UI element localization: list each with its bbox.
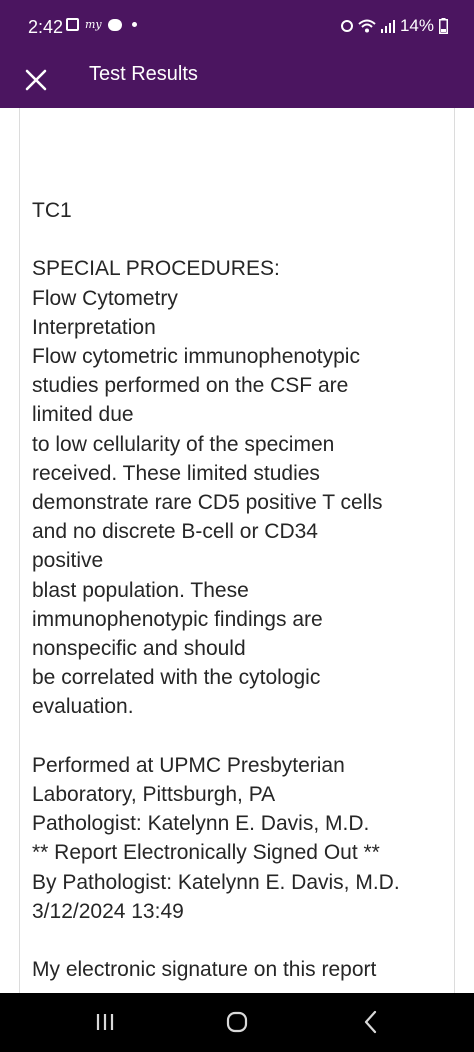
image-icon [66, 18, 79, 31]
close-icon [25, 69, 47, 91]
signal-icon [380, 19, 395, 33]
report-text: TC1 SPECIAL PROCEDURES: Flow Cytometry I… [32, 199, 400, 982]
page-title: Test Results [89, 63, 198, 85]
chat-icon [107, 18, 122, 31]
home-button[interactable] [207, 993, 267, 1052]
back-icon [364, 1010, 377, 1034]
alarm-icon [340, 20, 353, 32]
system-icons: 14% [340, 15, 448, 37]
recent-apps-button[interactable] [75, 993, 135, 1052]
close-button[interactable] [20, 64, 52, 96]
app-bar: Test Results [0, 52, 474, 108]
battery-percentage: 14% [399, 16, 434, 35]
status-time: 2:42 [28, 17, 64, 37]
wifi-icon [358, 19, 376, 33]
navigation-bar [0, 993, 474, 1052]
dot-icon [131, 22, 137, 27]
status-bar: 2:42 my 14% [0, 0, 474, 52]
app-notification-icon: my [85, 18, 102, 31]
test-result-content[interactable]: TC1 SPECIAL PROCEDURES: Flow Cytometry I… [0, 108, 474, 993]
battery-icon [439, 18, 448, 34]
recent-apps-icon [96, 1014, 114, 1030]
back-button[interactable] [341, 993, 401, 1052]
notification-icons: my [66, 18, 137, 31]
home-icon [226, 1011, 248, 1033]
